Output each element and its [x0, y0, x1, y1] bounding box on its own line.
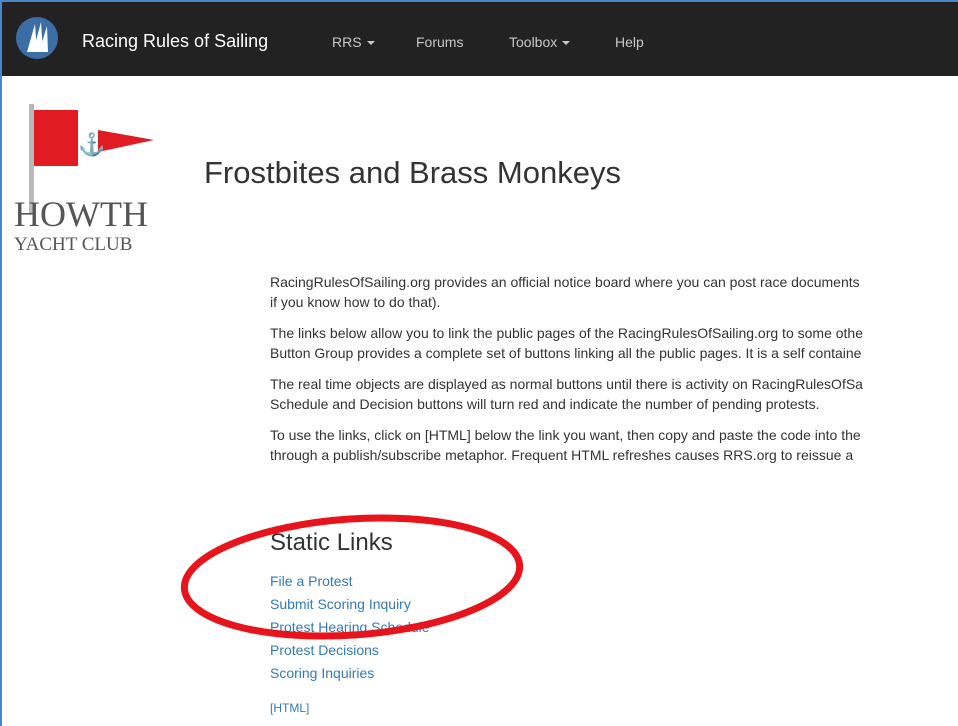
anchor-icon: ⚓ [78, 132, 105, 158]
nav-rrs-label: RRS [332, 34, 362, 50]
nav-help[interactable]: Help [615, 33, 644, 51]
protest-decisions-link[interactable]: Protest Decisions [270, 639, 430, 662]
club-name-line1: HOWTH [14, 194, 148, 234]
static-links-heading: Static Links [270, 529, 393, 556]
file-protest-link[interactable]: File a Protest [270, 570, 430, 593]
brand-title[interactable]: Racing Rules of Sailing [82, 30, 268, 52]
sailboat-logo-icon[interactable] [15, 16, 59, 60]
paragraph-line: through a publish/subscribe metaphor. Fr… [270, 447, 854, 463]
paragraph-line: The real time objects are displayed as n… [270, 376, 863, 392]
caret-down-icon [366, 41, 375, 46]
protest-hearing-schedule-link[interactable]: Protest Hearing Schedule [270, 616, 430, 639]
caret-down-icon [562, 41, 571, 46]
club-logo: ⚓ HOWTH YACHT CLUB [14, 104, 154, 255]
top-navbar: Racing Rules of Sailing RRS Forums Toolb… [2, 2, 958, 76]
intro-paragraph: The real time objects are displayed as n… [270, 374, 958, 414]
nav-forums[interactable]: Forums [416, 33, 463, 51]
html-code-link[interactable]: [HTML] [270, 700, 309, 716]
paragraph-line: RacingRulesOfSailing.org provides an off… [270, 274, 860, 290]
paragraph-line: The links below allow you to link the pu… [270, 325, 863, 341]
intro-paragraph: The links below allow you to link the pu… [270, 323, 958, 363]
intro-text: RacingRulesOfSailing.org provides an off… [270, 272, 958, 476]
static-links-list: File a Protest Submit Scoring Inquiry Pr… [270, 570, 430, 685]
paragraph-line: Button Group provides a complete set of … [270, 345, 862, 361]
paragraph-line: Schedule and Decision buttons will turn … [270, 396, 820, 412]
paragraph-line: if you know how to do that). [270, 294, 441, 310]
nav-rrs-dropdown[interactable]: RRS [332, 33, 375, 51]
nav-toolbox-dropdown[interactable]: Toolbox [509, 33, 571, 51]
nav-toolbox-label: Toolbox [509, 34, 558, 50]
intro-paragraph: RacingRulesOfSailing.org provides an off… [270, 272, 958, 312]
scoring-inquiries-link[interactable]: Scoring Inquiries [270, 662, 430, 685]
submit-scoring-inquiry-link[interactable]: Submit Scoring Inquiry [270, 593, 430, 616]
club-name-line2: YACHT CLUB [14, 234, 132, 255]
paragraph-line: To use the links, click on [HTML] below … [270, 427, 861, 443]
intro-paragraph: To use the links, click on [HTML] below … [270, 425, 958, 465]
page-title: Frostbites and Brass Monkeys [204, 155, 621, 190]
